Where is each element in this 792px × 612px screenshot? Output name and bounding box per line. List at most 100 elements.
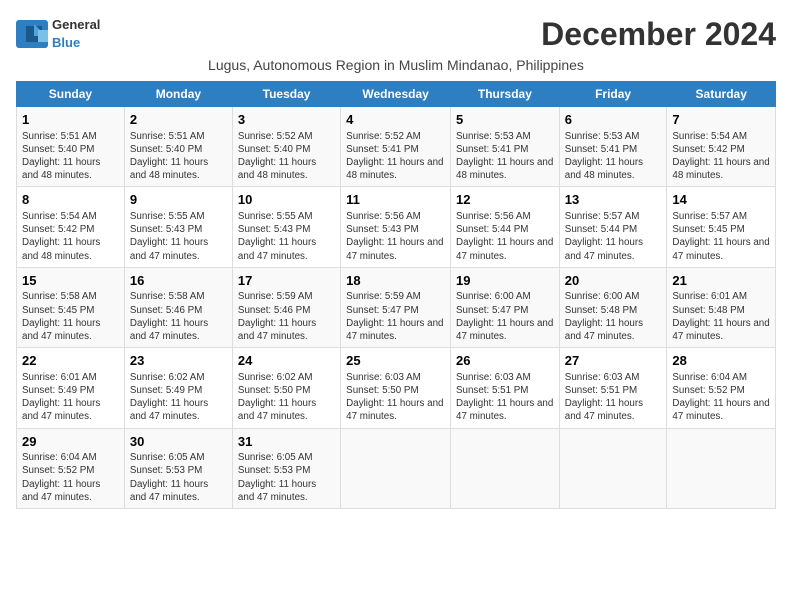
day-info: Sunrise: 6:03 AMSunset: 5:51 PMDaylight:… <box>565 371 662 424</box>
day-number: 15 <box>22 272 119 290</box>
day-info: Sunrise: 5:53 AMSunset: 5:41 PMDaylight:… <box>456 130 554 183</box>
day-number: 25 <box>346 352 445 370</box>
calendar-cell: 17Sunrise: 5:59 AMSunset: 5:46 PMDayligh… <box>232 267 340 347</box>
calendar-cell: 7Sunrise: 5:54 AMSunset: 5:42 PMDaylight… <box>667 107 776 187</box>
calendar-cell: 14Sunrise: 5:57 AMSunset: 5:45 PMDayligh… <box>667 187 776 267</box>
day-info: Sunrise: 6:00 AMSunset: 5:48 PMDaylight:… <box>565 290 662 343</box>
day-info: Sunrise: 6:00 AMSunset: 5:47 PMDaylight:… <box>456 290 554 343</box>
calendar-cell: 31Sunrise: 6:05 AMSunset: 5:53 PMDayligh… <box>232 428 340 508</box>
day-number: 6 <box>565 111 662 129</box>
calendar-cell: 22Sunrise: 6:01 AMSunset: 5:49 PMDayligh… <box>17 348 125 428</box>
calendar-cell: 13Sunrise: 5:57 AMSunset: 5:44 PMDayligh… <box>559 187 667 267</box>
calendar-week-row: 22Sunrise: 6:01 AMSunset: 5:49 PMDayligh… <box>17 348 776 428</box>
calendar-cell: 11Sunrise: 5:56 AMSunset: 5:43 PMDayligh… <box>341 187 451 267</box>
calendar-cell <box>559 428 667 508</box>
day-info: Sunrise: 5:53 AMSunset: 5:41 PMDaylight:… <box>565 130 662 183</box>
day-info: Sunrise: 6:01 AMSunset: 5:48 PMDaylight:… <box>672 290 770 343</box>
logo-icon <box>16 20 48 48</box>
day-number: 17 <box>238 272 335 290</box>
logo: General Blue <box>16 16 100 51</box>
day-number: 3 <box>238 111 335 129</box>
day-info: Sunrise: 5:55 AMSunset: 5:43 PMDaylight:… <box>130 210 227 263</box>
day-info: Sunrise: 6:02 AMSunset: 5:49 PMDaylight:… <box>130 371 227 424</box>
day-info: Sunrise: 5:55 AMSunset: 5:43 PMDaylight:… <box>238 210 335 263</box>
day-info: Sunrise: 5:58 AMSunset: 5:45 PMDaylight:… <box>22 290 119 343</box>
day-number: 28 <box>672 352 770 370</box>
calendar-body: 1Sunrise: 5:51 AMSunset: 5:40 PMDaylight… <box>17 107 776 509</box>
day-info: Sunrise: 5:51 AMSunset: 5:40 PMDaylight:… <box>22 130 119 183</box>
day-info: Sunrise: 5:52 AMSunset: 5:40 PMDaylight:… <box>238 130 335 183</box>
calendar-cell: 29Sunrise: 6:04 AMSunset: 5:52 PMDayligh… <box>17 428 125 508</box>
calendar-cell: 27Sunrise: 6:03 AMSunset: 5:51 PMDayligh… <box>559 348 667 428</box>
day-info: Sunrise: 6:03 AMSunset: 5:50 PMDaylight:… <box>346 371 445 424</box>
calendar-header-saturday: Saturday <box>667 82 776 107</box>
calendar-cell: 5Sunrise: 5:53 AMSunset: 5:41 PMDaylight… <box>451 107 560 187</box>
calendar-cell: 10Sunrise: 5:55 AMSunset: 5:43 PMDayligh… <box>232 187 340 267</box>
day-number: 11 <box>346 191 445 209</box>
day-number: 1 <box>22 111 119 129</box>
header: General Blue December 2024 <box>16 16 776 53</box>
calendar-cell: 8Sunrise: 5:54 AMSunset: 5:42 PMDaylight… <box>17 187 125 267</box>
calendar-cell: 3Sunrise: 5:52 AMSunset: 5:40 PMDaylight… <box>232 107 340 187</box>
calendar-header-row: SundayMondayTuesdayWednesdayThursdayFrid… <box>17 82 776 107</box>
day-number: 18 <box>346 272 445 290</box>
calendar-header-monday: Monday <box>124 82 232 107</box>
logo-blue: Blue <box>52 35 80 50</box>
day-number: 4 <box>346 111 445 129</box>
day-info: Sunrise: 6:03 AMSunset: 5:51 PMDaylight:… <box>456 371 554 424</box>
calendar-cell: 18Sunrise: 5:59 AMSunset: 5:47 PMDayligh… <box>341 267 451 347</box>
calendar-cell: 25Sunrise: 6:03 AMSunset: 5:50 PMDayligh… <box>341 348 451 428</box>
day-number: 12 <box>456 191 554 209</box>
day-number: 27 <box>565 352 662 370</box>
calendar-cell: 19Sunrise: 6:00 AMSunset: 5:47 PMDayligh… <box>451 267 560 347</box>
day-number: 21 <box>672 272 770 290</box>
calendar-cell <box>451 428 560 508</box>
day-number: 22 <box>22 352 119 370</box>
day-number: 9 <box>130 191 227 209</box>
day-info: Sunrise: 6:04 AMSunset: 5:52 PMDaylight:… <box>672 371 770 424</box>
day-number: 10 <box>238 191 335 209</box>
calendar-cell: 15Sunrise: 5:58 AMSunset: 5:45 PMDayligh… <box>17 267 125 347</box>
day-number: 24 <box>238 352 335 370</box>
calendar-week-row: 29Sunrise: 6:04 AMSunset: 5:52 PMDayligh… <box>17 428 776 508</box>
day-info: Sunrise: 5:56 AMSunset: 5:44 PMDaylight:… <box>456 210 554 263</box>
calendar-cell: 28Sunrise: 6:04 AMSunset: 5:52 PMDayligh… <box>667 348 776 428</box>
day-number: 29 <box>22 433 119 451</box>
calendar-cell: 20Sunrise: 6:00 AMSunset: 5:48 PMDayligh… <box>559 267 667 347</box>
day-info: Sunrise: 5:54 AMSunset: 5:42 PMDaylight:… <box>22 210 119 263</box>
day-info: Sunrise: 5:57 AMSunset: 5:45 PMDaylight:… <box>672 210 770 263</box>
day-info: Sunrise: 5:59 AMSunset: 5:46 PMDaylight:… <box>238 290 335 343</box>
day-number: 7 <box>672 111 770 129</box>
calendar-cell: 21Sunrise: 6:01 AMSunset: 5:48 PMDayligh… <box>667 267 776 347</box>
calendar-cell: 24Sunrise: 6:02 AMSunset: 5:50 PMDayligh… <box>232 348 340 428</box>
day-info: Sunrise: 6:02 AMSunset: 5:50 PMDaylight:… <box>238 371 335 424</box>
day-number: 31 <box>238 433 335 451</box>
calendar-cell: 23Sunrise: 6:02 AMSunset: 5:49 PMDayligh… <box>124 348 232 428</box>
day-number: 19 <box>456 272 554 290</box>
day-number: 2 <box>130 111 227 129</box>
calendar-cell: 1Sunrise: 5:51 AMSunset: 5:40 PMDaylight… <box>17 107 125 187</box>
calendar-cell: 12Sunrise: 5:56 AMSunset: 5:44 PMDayligh… <box>451 187 560 267</box>
day-info: Sunrise: 5:57 AMSunset: 5:44 PMDaylight:… <box>565 210 662 263</box>
calendar-week-row: 1Sunrise: 5:51 AMSunset: 5:40 PMDaylight… <box>17 107 776 187</box>
day-number: 16 <box>130 272 227 290</box>
day-info: Sunrise: 6:05 AMSunset: 5:53 PMDaylight:… <box>238 451 335 504</box>
day-number: 23 <box>130 352 227 370</box>
logo-text: General Blue <box>52 16 100 51</box>
calendar-cell: 2Sunrise: 5:51 AMSunset: 5:40 PMDaylight… <box>124 107 232 187</box>
day-number: 26 <box>456 352 554 370</box>
month-title: December 2024 <box>541 16 776 53</box>
calendar-header-sunday: Sunday <box>17 82 125 107</box>
day-info: Sunrise: 5:52 AMSunset: 5:41 PMDaylight:… <box>346 130 445 183</box>
calendar-cell: 30Sunrise: 6:05 AMSunset: 5:53 PMDayligh… <box>124 428 232 508</box>
calendar-header-thursday: Thursday <box>451 82 560 107</box>
day-number: 30 <box>130 433 227 451</box>
day-number: 8 <box>22 191 119 209</box>
day-number: 13 <box>565 191 662 209</box>
calendar-cell: 26Sunrise: 6:03 AMSunset: 5:51 PMDayligh… <box>451 348 560 428</box>
day-number: 5 <box>456 111 554 129</box>
day-info: Sunrise: 5:59 AMSunset: 5:47 PMDaylight:… <box>346 290 445 343</box>
day-info: Sunrise: 5:56 AMSunset: 5:43 PMDaylight:… <box>346 210 445 263</box>
day-number: 14 <box>672 191 770 209</box>
subtitle: Lugus, Autonomous Region in Muslim Minda… <box>16 57 776 73</box>
